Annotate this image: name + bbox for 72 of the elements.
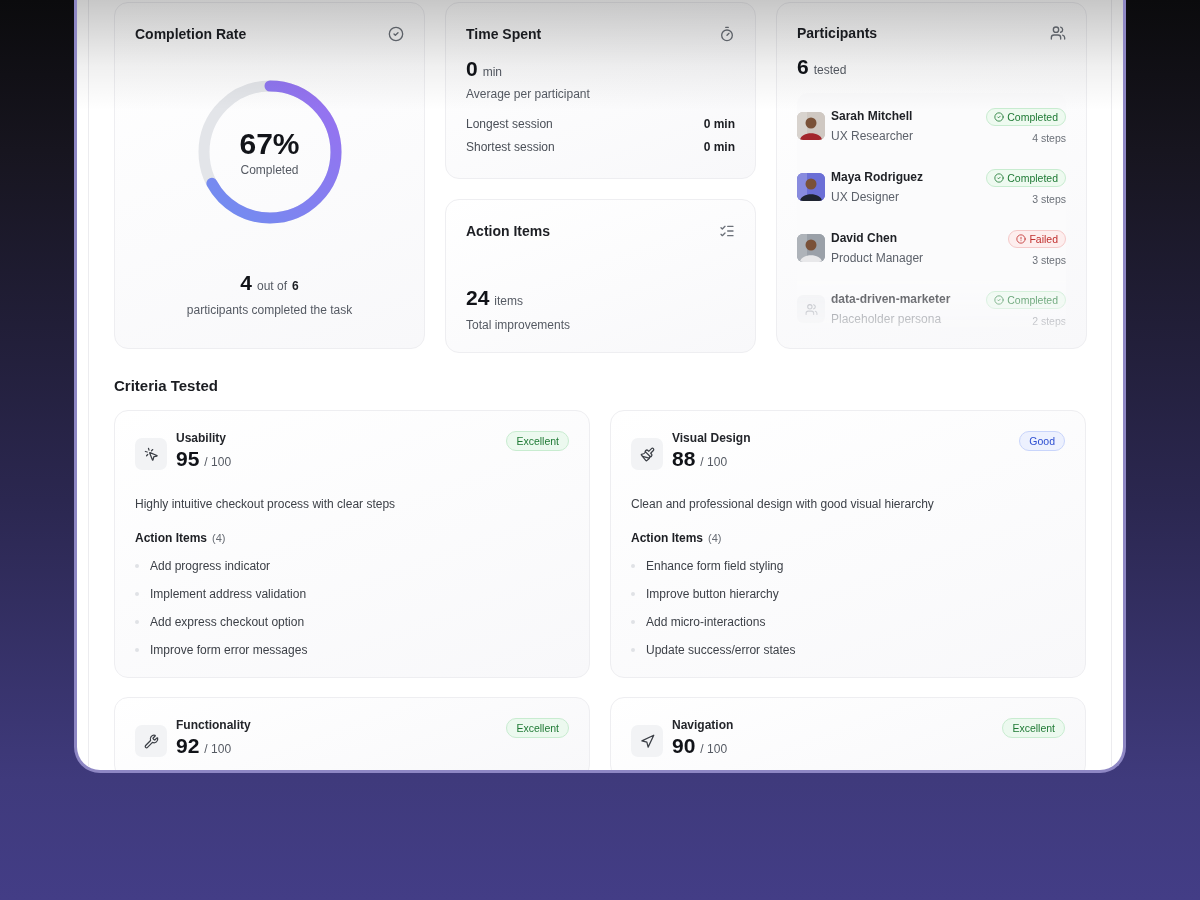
criterion-name: Functionality — [176, 718, 252, 732]
rating-badge: Excellent — [506, 431, 569, 451]
participant-name: Sarah Mitchell — [831, 109, 914, 123]
stat-unit: min — [482, 65, 503, 79]
score-max: / 100 — [204, 455, 232, 469]
stat-value: 24 — [466, 286, 490, 310]
check-circle-icon — [388, 26, 404, 42]
stat-unit: items — [494, 294, 524, 308]
criterion-name: Usability — [176, 431, 227, 445]
participant-role: Placeholder persona — [831, 312, 943, 326]
participant-role: Product Manager — [831, 251, 925, 265]
timer-icon — [719, 26, 735, 42]
session-label: Shortest session — [466, 140, 555, 154]
completion-note: participants completed the task — [186, 303, 353, 317]
criterion-score: 90 — [672, 734, 696, 758]
criterion-score: 95 — [176, 447, 200, 471]
stat-value: 6 — [797, 55, 809, 79]
action-item: Improve button hierarchy — [646, 587, 779, 601]
status-badge: Completed — [986, 108, 1066, 126]
step-count: 3 steps — [1032, 254, 1066, 266]
status-badge: Completed — [986, 169, 1066, 187]
checklist-icon — [719, 223, 735, 239]
card-title: Action Items — [466, 223, 550, 239]
criterion-score: 92 — [176, 734, 200, 758]
session-label: Longest session — [466, 117, 553, 131]
stat-caption: Total improvements — [466, 318, 572, 332]
criterion-name: Navigation — [672, 718, 735, 732]
action-item: Improve form error messages — [150, 643, 308, 657]
action-item: Enhance form field styling — [646, 559, 784, 573]
action-items-count: (4) — [708, 532, 722, 544]
action-items-title: Action Items — [135, 531, 207, 545]
session-value: 0 min — [703, 117, 735, 131]
card-title: Time Spent — [466, 26, 542, 42]
score-max: / 100 — [204, 742, 232, 756]
action-item: Add progress indicator — [150, 559, 271, 573]
participant-role: UX Designer — [831, 190, 901, 204]
participant-name: data-driven-marketer — [831, 292, 952, 306]
criterion-description: Clean and professional design with good visual hierarchy — [631, 497, 935, 511]
rating-badge: Good — [1019, 431, 1065, 451]
stat-value: 0 — [466, 57, 478, 81]
users-icon — [1050, 25, 1066, 41]
participant-name: David Chen — [831, 231, 898, 245]
rating-badge: Excellent — [506, 718, 569, 738]
action-item: Add express checkout option — [150, 615, 305, 629]
criterion-name: Visual Design — [672, 431, 752, 445]
section-title: Criteria Tested — [114, 377, 219, 395]
action-item: Implement address validation — [150, 587, 307, 601]
participant-role: UX Researcher — [831, 129, 915, 143]
action-items-title: Action Items — [631, 531, 703, 545]
score-max: / 100 — [700, 455, 728, 469]
status-badge: Failed — [1008, 230, 1066, 248]
out-of-label: out of — [257, 279, 287, 293]
participant-name: Maya Rodriguez — [831, 170, 924, 184]
donut-caption: Completed — [240, 163, 299, 177]
stat-caption: Average per participant — [466, 87, 591, 101]
card-title: Participants — [797, 25, 878, 41]
criterion-description: Highly intuitive checkout process with clear steps — [135, 497, 397, 511]
action-item: Add micro-interactions — [646, 615, 766, 629]
action-item: Update success/error states — [646, 643, 796, 657]
score-max: / 100 — [700, 742, 728, 756]
total-count: 6 — [292, 279, 299, 293]
session-value: 0 min — [703, 140, 735, 154]
rating-badge: Excellent — [1002, 718, 1065, 738]
card-title: Completion Rate — [135, 26, 247, 42]
stat-unit: tested — [813, 63, 847, 77]
status-badge: Completed — [986, 291, 1066, 309]
completion-percent: 67% — [239, 127, 300, 161]
completed-count: 4 — [240, 271, 252, 295]
step-count: 4 steps — [1032, 132, 1066, 144]
step-count: 3 steps — [1032, 193, 1066, 205]
action-items-count: (4) — [212, 532, 226, 544]
criterion-score: 88 — [672, 447, 696, 471]
